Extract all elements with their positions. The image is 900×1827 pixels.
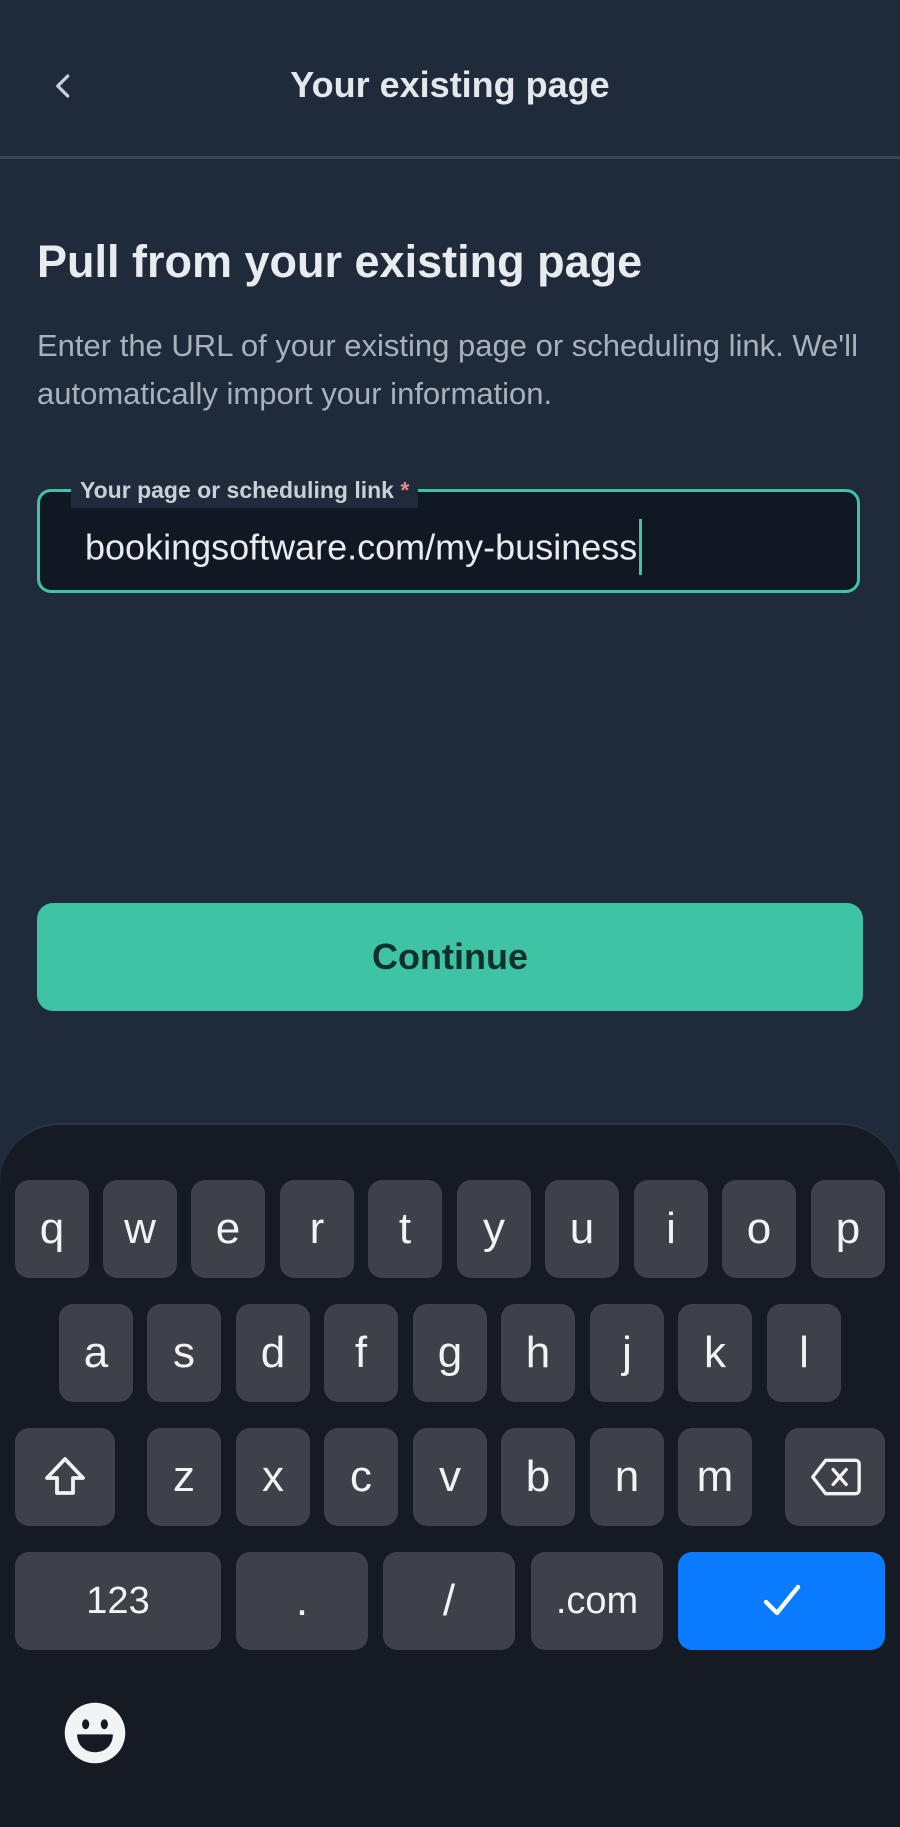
key-n[interactable]: n [590,1428,664,1526]
key-r[interactable]: r [280,1180,354,1278]
key-b[interactable]: b [501,1428,575,1526]
emoji-button[interactable] [62,1700,128,1766]
shift-key[interactable] [15,1428,115,1526]
key-q[interactable]: q [15,1180,89,1278]
key-x[interactable]: x [236,1428,310,1526]
key-f[interactable]: f [324,1304,398,1402]
continue-button[interactable]: Continue [37,903,863,1011]
key-c[interactable]: c [324,1428,398,1526]
done-key[interactable] [678,1552,885,1650]
key-e[interactable]: e [191,1180,265,1278]
page-link-value-text: bookingsoftware.com/my-business [85,526,638,568]
dotcom-key[interactable]: .com [531,1552,663,1650]
dot-key[interactable]: . [236,1552,368,1650]
page-link-label: Your page or scheduling link * [71,472,419,508]
key-m[interactable]: m [678,1428,752,1526]
emoji-icon [64,1702,126,1764]
page-link-label-text: Your page or scheduling link [80,477,394,503]
required-mark: * [400,477,410,503]
backspace-icon [811,1458,861,1496]
key-w[interactable]: w [103,1180,177,1278]
key-a[interactable]: a [59,1304,133,1402]
checkmark-icon [763,1584,800,1616]
key-l[interactable]: l [767,1304,841,1402]
key-g[interactable]: g [413,1304,487,1402]
key-s[interactable]: s [147,1304,221,1402]
key-o[interactable]: o [722,1180,796,1278]
page-link-value[interactable]: bookingsoftware.com/my-business [85,519,643,578]
key-h[interactable]: h [501,1304,575,1402]
key-t[interactable]: t [368,1180,442,1278]
key-k[interactable]: k [678,1304,752,1402]
key-y[interactable]: y [457,1180,531,1278]
app-header: Your existing page [0,0,900,159]
page-link-input[interactable]: Your page or scheduling link * bookingso… [37,472,860,593]
page-title: Pull from your existing page [37,236,643,287]
text-caret [639,519,643,575]
slash-key[interactable]: / [383,1552,515,1650]
numbers-key[interactable]: 123 [15,1552,221,1650]
header-title: Your existing page [290,64,610,105]
key-j[interactable]: j [590,1304,664,1402]
page-description: Enter the URL of your existing page or s… [37,328,858,411]
shift-icon [45,1457,85,1495]
key-d[interactable]: d [236,1304,310,1402]
key-v[interactable]: v [413,1428,487,1526]
key-z[interactable]: z [147,1428,221,1526]
key-u[interactable]: u [545,1180,619,1278]
key-p[interactable]: p [811,1180,885,1278]
key-i[interactable]: i [634,1180,708,1278]
backspace-key[interactable] [785,1428,885,1526]
